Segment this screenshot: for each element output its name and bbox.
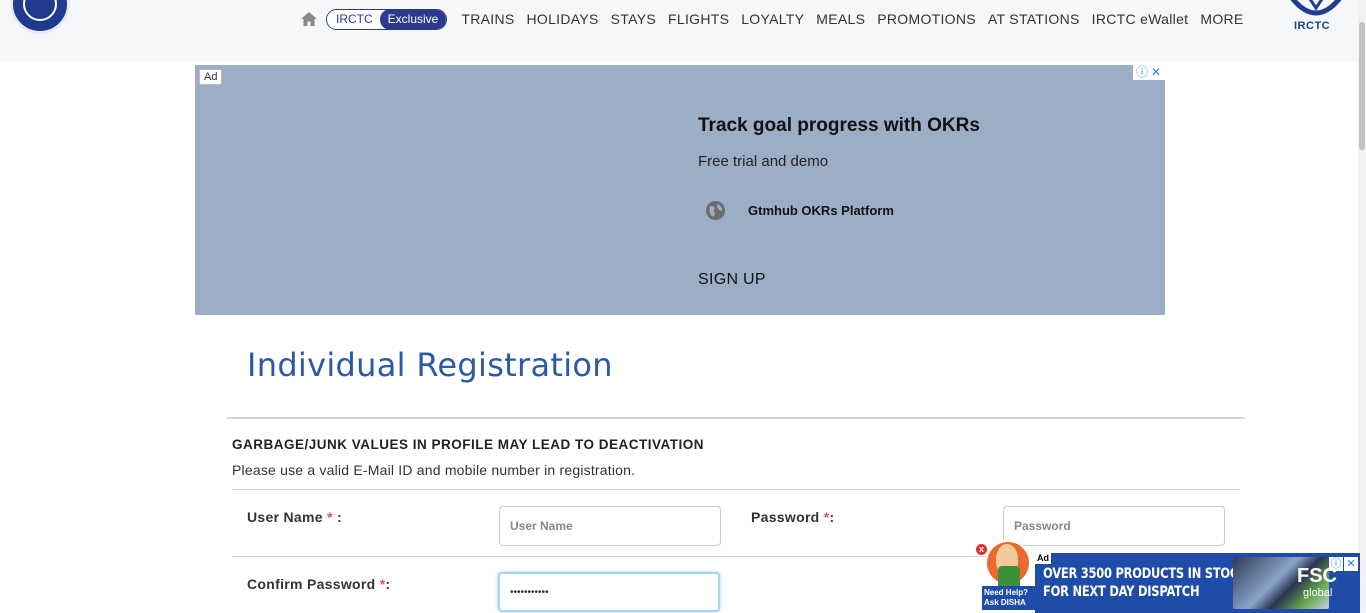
divider: [232, 556, 992, 557]
username-label-suffix: :: [332, 509, 342, 525]
bottom-ad-badge: Ad: [1035, 553, 1051, 564]
ad-subtitle: Free trial and demo: [698, 153, 829, 170]
ad-signup-button[interactable]: SIGN UP: [698, 271, 766, 289]
nav-at-stations[interactable]: AT STATIONS: [988, 8, 1080, 30]
bottom-ad-line1: OVER 3500 PRODUCTS IN STOCK: [1043, 566, 1247, 582]
page-scrollbar[interactable]: [1358, 0, 1366, 613]
fsc-logo-sub: global: [1303, 587, 1333, 599]
page-title: Individual Registration: [247, 346, 613, 384]
disha-help-widget[interactable]: x Need Help? Ask DISHA: [976, 540, 1036, 613]
ad-brand-name[interactable]: Gtmhub OKRs Platform: [748, 203, 894, 218]
username-label-text: User Name: [247, 509, 323, 525]
nav-meals[interactable]: MEALS: [816, 8, 865, 30]
nav-more[interactable]: MORE: [1200, 8, 1243, 30]
nav-holidays[interactable]: HOLIDAYS: [527, 8, 599, 30]
password-label-suffix: :: [829, 509, 835, 525]
password-label: Password *:: [751, 509, 834, 525]
username-input[interactable]: [499, 506, 721, 546]
registration-note: Please use a valid E-Mail ID and mobile …: [232, 462, 636, 478]
divider: [227, 417, 1245, 419]
irctc-logo-text: IRCTC: [1294, 20, 1331, 32]
disha-label: Need Help? Ask DISHA: [982, 586, 1036, 610]
globe-icon: [705, 200, 726, 221]
home-icon[interactable]: [300, 11, 318, 27]
irctc-exclusive-pill[interactable]: IRCTC Exclusive: [326, 8, 448, 30]
password-label-text: Password: [751, 509, 820, 525]
nav-flights[interactable]: FLIGHTS: [668, 8, 729, 30]
disha-close-icon[interactable]: x: [976, 544, 987, 555]
page: IRCTC Exclusive TRAINS HOLIDAYS STAYS FL…: [0, 0, 1366, 613]
password-input[interactable]: [1003, 506, 1225, 546]
nav-trains[interactable]: TRAINS: [461, 8, 514, 30]
deactivation-warning: GARBAGE/JUNK VALUES IN PROFILE MAY LEAD …: [232, 437, 705, 452]
bottom-ad-line2: FOR NEXT DAY DISPATCH: [1043, 584, 1200, 600]
bottom-ad-copy: OVER 3500 PRODUCTS IN STOCK FOR NEXT DAY …: [1043, 565, 1247, 601]
indian-railways-logo[interactable]: [10, 0, 70, 34]
ad-headline[interactable]: Track goal progress with OKRs: [698, 115, 980, 137]
confirm-password-label-text: Confirm Password: [247, 576, 376, 592]
nav-stays[interactable]: STAYS: [611, 8, 656, 30]
divider: [232, 489, 1240, 490]
disha-label-line2: Ask DISHA: [984, 598, 1026, 607]
username-label: User Name * :: [247, 509, 342, 525]
nav-loyalty[interactable]: LOYALTY: [741, 8, 804, 30]
nav-promotions[interactable]: PROMOTIONS: [877, 8, 976, 30]
disha-label-line1: Need Help?: [984, 588, 1029, 597]
nav-ewallet[interactable]: IRCTC eWallet: [1092, 8, 1189, 30]
bottom-ad-info-icon[interactable]: ⓘ: [1329, 557, 1343, 571]
confirm-password-input[interactable]: [498, 572, 720, 612]
pill-exclusive-label: Exclusive: [379, 9, 447, 29]
main-nav: IRCTC Exclusive TRAINS HOLIDAYS STAYS FL…: [300, 8, 1250, 30]
ad-info-icon[interactable]: ⓘ: [1135, 66, 1149, 79]
ad-controls: ⓘ ✕: [1133, 65, 1165, 80]
bottom-ad-controls: ⓘ ✕: [1328, 557, 1358, 571]
irctc-logo[interactable]: IRCTC: [1288, 0, 1344, 38]
ad-close-icon[interactable]: ✕: [1149, 66, 1163, 79]
confirm-password-label: Confirm Password *:: [247, 576, 390, 592]
bottom-ad-close-icon[interactable]: ✕: [1344, 557, 1358, 571]
confirm-password-label-suffix: :: [385, 576, 391, 592]
ad-badge: Ad: [199, 69, 223, 85]
top-header: IRCTC Exclusive TRAINS HOLIDAYS STAYS FL…: [0, 0, 1366, 61]
pill-irctc-label: IRCTC: [327, 9, 380, 29]
irctc-logo-mark: [1290, 0, 1342, 16]
bottom-ad-banner[interactable]: Ad OVER 3500 PRODUCTS IN STOCK FOR NEXT D…: [1035, 553, 1360, 613]
scrollbar-thumb[interactable]: [1359, 22, 1365, 150]
top-ad-banner[interactable]: Ad ⓘ ✕ Track goal progress with OKRs Fre…: [195, 65, 1165, 315]
